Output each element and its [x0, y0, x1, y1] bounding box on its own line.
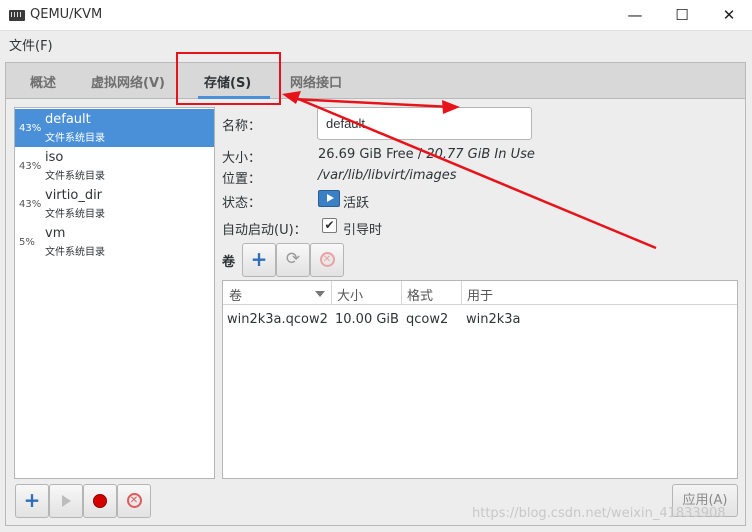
notebook: 概述 虚拟网络(V) 存储(S) 网络接口 43% default 文件系统目录… [5, 62, 746, 526]
location-label: 位置： [222, 172, 262, 187]
size-free: 26.69 GiB Free [318, 147, 414, 162]
pool-name: iso [45, 150, 64, 165]
size-value: 26.69 GiB Free / 20.77 GiB In Use [318, 147, 535, 162]
pool-usage-percent: 43% [19, 161, 42, 172]
pool-item-default[interactable]: 43% default 文件系统目录 [15, 109, 214, 147]
tab-virtual-networks[interactable]: 虚拟网络(V) [91, 72, 165, 91]
volume-size-cell: 10.00 GiB [335, 312, 399, 327]
add-volume-button[interactable]: + [242, 243, 276, 277]
stop-record-icon [93, 494, 107, 508]
pool-name: vm [45, 226, 66, 241]
state-value: 活跃 [343, 196, 370, 211]
delete-volume-button[interactable]: ✕ [310, 243, 344, 277]
pool-item-vm[interactable]: 5% vm 文件系统目录 [15, 223, 214, 261]
column-header-used-by[interactable]: 用于 [467, 285, 493, 304]
size-label: 大小： [222, 151, 262, 166]
add-pool-button[interactable]: + [15, 484, 49, 518]
size-separator: / [413, 147, 427, 162]
pool-name-field[interactable] [317, 107, 532, 140]
storage-pool-list[interactable]: 43% default 文件系统目录 43% iso 文件系统目录 43% vi… [14, 107, 215, 479]
sort-descending-icon [315, 291, 325, 297]
app-icon [9, 10, 25, 21]
refresh-icon: ⟳ [285, 249, 301, 269]
pool-type: 文件系统目录 [45, 209, 105, 220]
name-label: 名称： [222, 119, 262, 134]
minimize-button[interactable]: — [620, 4, 650, 26]
volumes-table[interactable]: 卷 大小 格式 用于 win2k3a.qcow2 10.00 GiB qcow2… [222, 280, 738, 479]
start-pool-button[interactable] [49, 484, 83, 518]
play-icon [61, 495, 71, 507]
column-separator [461, 281, 462, 305]
tab-bar: 概述 虚拟网络(V) 存储(S) 网络接口 [6, 63, 745, 99]
volume-name-cell: win2k3a.qcow2 [227, 312, 328, 327]
tab-overview[interactable]: 概述 [30, 72, 56, 91]
column-header-volume[interactable]: 卷 [229, 285, 242, 304]
tab-network-interfaces[interactable]: 网络接口 [290, 72, 342, 91]
pool-type: 文件系统目录 [45, 133, 105, 144]
state-label: 状态： [222, 196, 262, 211]
volumes-label: 卷 [222, 255, 236, 270]
menu-bar: 文件(F) [0, 31, 752, 55]
stop-pool-button[interactable] [83, 484, 117, 518]
location-value: /var/lib/libvirt/images [318, 168, 457, 183]
autostart-label: 自动启动(U)： [222, 223, 307, 238]
tab-storage[interactable]: 存储(S) [204, 72, 251, 91]
pool-type: 文件系统目录 [45, 247, 105, 258]
pool-usage-percent: 5% [19, 237, 35, 248]
size-used: 20.77 GiB In Use [426, 147, 535, 162]
volumes-table-header: 卷 大小 格式 用于 [223, 281, 737, 305]
close-button[interactable]: ✕ [714, 4, 744, 26]
delete-icon: ✕ [319, 252, 335, 267]
column-header-size[interactable]: 大小 [337, 285, 363, 304]
pool-type: 文件系统目录 [45, 171, 105, 182]
column-separator [331, 281, 332, 305]
column-header-format[interactable]: 格式 [407, 285, 433, 304]
delete-pool-button[interactable]: ✕ [117, 484, 151, 518]
column-separator [401, 281, 402, 305]
active-tab-indicator [198, 96, 270, 99]
active-state-icon [318, 190, 340, 207]
pool-name: virtio_dir [45, 188, 103, 203]
maximize-button[interactable]: ☐ [667, 4, 697, 26]
plus-icon: + [250, 247, 268, 271]
watermark: https://blog.csdn.net/weixin_41833908 [472, 506, 726, 521]
volume-format-cell: qcow2 [406, 312, 449, 327]
title-bar: QEMU/KVM — ☐ ✕ [0, 0, 752, 31]
pool-item-iso[interactable]: 43% iso 文件系统目录 [15, 147, 214, 185]
window-title: QEMU/KVM [30, 7, 103, 22]
autostart-checkbox[interactable]: ✔ [322, 218, 337, 233]
pool-item-virtio-dir[interactable]: 43% virtio_dir 文件系统目录 [15, 185, 214, 223]
volume-used-by-cell: win2k3a [466, 312, 521, 327]
pool-name: default [45, 112, 91, 127]
plus-icon: + [23, 488, 41, 512]
pool-usage-percent: 43% [19, 123, 42, 134]
delete-icon: ✕ [126, 493, 142, 508]
pool-usage-percent: 43% [19, 199, 42, 210]
menu-file[interactable]: 文件(F) [9, 35, 53, 54]
autostart-value: 引导时 [343, 223, 383, 238]
refresh-volumes-button[interactable]: ⟳ [276, 243, 310, 277]
